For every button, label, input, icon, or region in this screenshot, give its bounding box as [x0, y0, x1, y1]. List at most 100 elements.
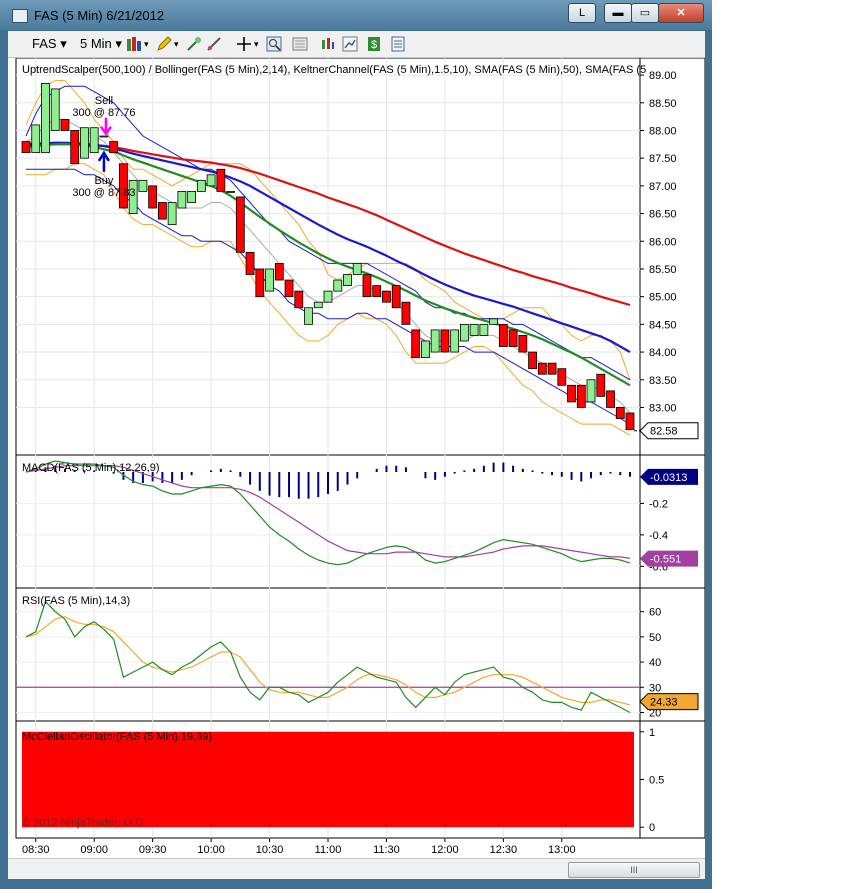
price-axis-label: 87.00: [649, 181, 677, 193]
pencil-drawing-icon[interactable]: [156, 36, 172, 52]
time-axis-label: 11:30: [373, 844, 400, 856]
horizontal-scrollbar[interactable]: III: [8, 858, 705, 879]
price-axis-label: 88.00: [649, 125, 677, 137]
indicators-icon[interactable]: [320, 36, 336, 52]
rsi-axis-label: 60: [649, 607, 661, 619]
candle-down: [537, 362, 547, 375]
candle-down: [498, 323, 508, 347]
macd-axis-label: -0.2: [649, 498, 668, 510]
candle-up: [421, 340, 430, 358]
candle-up: [459, 323, 469, 342]
mcclellan-axis-label: 1: [649, 727, 655, 739]
candle-down: [60, 118, 70, 131]
candle-down: [372, 285, 382, 298]
time-axis-label: 10:00: [197, 844, 225, 856]
time-axis-label: 08:30: [22, 844, 50, 856]
candle-down: [119, 163, 128, 209]
instrument-label: FAS: [32, 36, 57, 51]
candle-down: [235, 196, 245, 253]
instrument-selector[interactable]: FAS ▾: [32, 35, 67, 53]
add-indicator-icon[interactable]: [186, 36, 202, 52]
minimize-button[interactable]: ▬: [604, 3, 632, 23]
zoom-icon[interactable]: [266, 36, 282, 52]
price-axis-label: 85.50: [649, 264, 677, 276]
candle-down: [245, 251, 255, 275]
candle-down: [606, 390, 615, 408]
candle-down: [21, 141, 31, 154]
close-button[interactable]: ✕: [658, 3, 704, 23]
candle-down: [284, 279, 294, 298]
candle-up: [323, 290, 333, 303]
window-title: FAS (5 Min) 6/21/2012: [34, 8, 165, 23]
data-series-icon[interactable]: [292, 36, 308, 52]
drawing-dropdown-icon[interactable]: ▾: [174, 35, 179, 53]
candle-up: [167, 202, 177, 226]
mcclellan-fill: [22, 731, 634, 828]
bar-type-icon[interactable]: [126, 36, 142, 52]
macd-pane-title: MACD(FAS (5 Min),12,26,9): [22, 462, 160, 474]
candle-down: [401, 301, 411, 325]
macd-axis-label: -0.4: [649, 530, 668, 542]
rsi-axis-label: 30: [649, 682, 661, 694]
time-axis-label: 12:00: [431, 844, 459, 856]
price-axis-label: 84.50: [649, 319, 677, 331]
price-axis-label: 85.00: [649, 292, 677, 304]
candle-down: [274, 263, 284, 281]
candle-down: [109, 141, 119, 154]
sell-signal-label: Sell: [95, 95, 113, 107]
candle-down: [557, 368, 567, 386]
buy-signal-label: Buy: [94, 175, 113, 187]
candle-down: [70, 130, 80, 165]
candle-up: [196, 179, 206, 192]
strategy-icon[interactable]: [206, 36, 222, 52]
candle-up: [489, 318, 499, 325]
rsi-value-label: 24.33: [650, 697, 678, 709]
price-axis-label: 83.00: [649, 402, 677, 414]
maximize-button[interactable]: ▭: [631, 3, 659, 23]
candle-up: [352, 263, 362, 275]
time-axis-label: 11:00: [315, 844, 342, 856]
price-axis-label: 86.50: [649, 209, 677, 221]
price-axis-label: 88.50: [649, 98, 677, 110]
price-axis-label: 87.50: [649, 153, 677, 165]
scrollbar-thumb[interactable]: III: [568, 862, 700, 878]
chart-window: FAS (5 Min) 6/21/2012 L ▬ ▭ ✕ FAS ▾ 5 Mi…: [0, 0, 712, 889]
candle-up: [187, 191, 197, 203]
last-price-label: 82.58: [650, 426, 678, 438]
candle-up: [31, 124, 41, 154]
bar-type-dropdown-icon[interactable]: ▾: [144, 35, 149, 53]
candle-down: [294, 290, 304, 309]
candle-down: [547, 362, 557, 375]
candle-down: [362, 274, 372, 298]
properties-icon[interactable]: [390, 36, 406, 52]
link-button[interactable]: L: [568, 3, 596, 23]
price-axis-label: 86.00: [649, 236, 677, 248]
mcclellan-axis-label: 0: [649, 822, 655, 834]
rsi-axis-label: 40: [649, 657, 661, 669]
crosshair-dropdown-icon[interactable]: ▾: [254, 35, 259, 53]
chart-toolbar: FAS ▾ 5 Min ▾ ▾ ▾ ▾ $: [8, 31, 705, 58]
chart-canvas: 08:30 09:00 09:30 10:00 10:30 11:00 11:30 12:00…: [15, 57, 706, 856]
candle-up: [41, 82, 50, 154]
buy-signal-detail: 300 @ 87.83: [72, 187, 135, 199]
chart-area[interactable]: 08:30 09:00 09:30 10:00 10:30 11:00 11:30 12:00…: [8, 57, 706, 858]
price-axis-label: 89.00: [649, 70, 677, 82]
candle-up: [333, 279, 343, 292]
svg-text:$: $: [371, 39, 377, 51]
rsi-axis-label: 50: [649, 632, 661, 644]
candle-up: [479, 323, 489, 336]
macd-value-label: -0.0313: [650, 472, 687, 484]
candle-down: [567, 384, 576, 403]
interval-selector[interactable]: 5 Min ▾: [80, 35, 122, 53]
candle-up: [50, 88, 60, 131]
candle-up: [99, 135, 109, 138]
candle-down: [255, 268, 265, 298]
dollar-icon[interactable]: $: [366, 36, 382, 52]
line-chart-icon[interactable]: [342, 36, 358, 52]
sell-signal-detail: 300 @ 87.76: [72, 107, 135, 119]
candle-down: [508, 329, 518, 347]
crosshair-icon[interactable]: [236, 36, 252, 52]
candle-up: [177, 191, 187, 209]
price-axis-label: 84.00: [649, 347, 677, 359]
macd-avg-label: -0.551: [650, 554, 681, 566]
